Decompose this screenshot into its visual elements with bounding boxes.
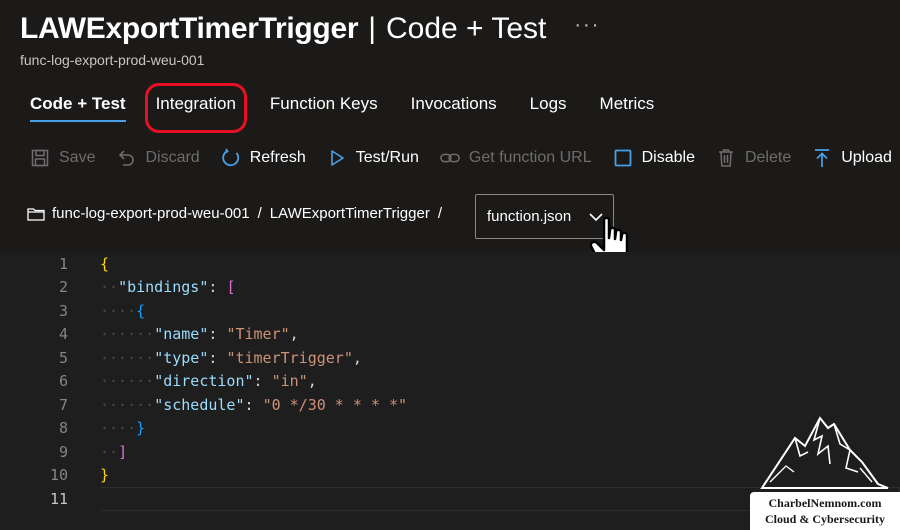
page-header: LAWExportTimerTrigger | Code + Test ··· xyxy=(20,12,600,46)
line-number: 2 xyxy=(58,278,68,297)
tab-metrics[interactable]: Metrics xyxy=(600,94,655,122)
page-section-title: Code + Test xyxy=(386,12,547,45)
line-number: 6 xyxy=(58,372,68,391)
get-function-url-label: Get function URL xyxy=(468,149,592,166)
line-number: 10 xyxy=(49,466,68,485)
trash-icon xyxy=(716,148,736,168)
play-icon xyxy=(327,148,347,168)
tab-code-test[interactable]: Code + Test xyxy=(30,94,126,122)
editor-line: 2 ··"bindings": [ xyxy=(0,276,900,300)
editor-line: 1 { xyxy=(0,252,900,276)
discard-label: Discard xyxy=(145,149,200,166)
save-button[interactable]: Save xyxy=(30,148,95,168)
title-separator: | xyxy=(368,12,376,45)
editor-line: 5 ······"type": "timerTrigger", xyxy=(0,346,900,370)
refresh-icon xyxy=(221,148,241,168)
line-number: 3 xyxy=(58,301,68,320)
link-icon xyxy=(440,148,460,168)
undo-icon xyxy=(116,148,136,168)
line-number: 4 xyxy=(58,325,68,344)
breadcrumb-function[interactable]: LAWExportTimerTrigger xyxy=(270,205,430,222)
disable-button[interactable]: Disable xyxy=(613,148,695,168)
get-function-url-button[interactable]: Get function URL xyxy=(440,148,592,168)
breadcrumb: func-log-export-prod-weu-001 / LAWExport… xyxy=(27,205,450,222)
tab-bar: Code + Test Integration Function Keys In… xyxy=(30,83,687,133)
tab-invocations[interactable]: Invocations xyxy=(411,94,497,122)
test-run-label: Test/Run xyxy=(355,149,419,166)
line-number: 5 xyxy=(58,348,68,367)
delete-label: Delete xyxy=(744,149,792,166)
editor-line: 6 ······"direction": "in", xyxy=(0,370,900,394)
more-options-icon[interactable]: ··· xyxy=(574,14,600,37)
checkbox-icon xyxy=(613,148,633,168)
line-number: 9 xyxy=(58,442,68,461)
tab-integration[interactable]: Integration xyxy=(144,83,247,133)
file-dropdown-value: function.json xyxy=(487,208,572,225)
refresh-label: Refresh xyxy=(249,149,306,166)
disable-label: Disable xyxy=(641,149,695,166)
upload-button[interactable]: Upload xyxy=(812,148,892,168)
brand-site: CharbelNemnom.com xyxy=(768,496,882,510)
editor-line: 4 ······"name": "Timer", xyxy=(0,323,900,347)
folder-icon xyxy=(27,207,45,221)
save-icon xyxy=(30,148,50,168)
test-run-button[interactable]: Test/Run xyxy=(327,148,419,168)
line-number: 7 xyxy=(58,395,68,414)
tab-function-keys[interactable]: Function Keys xyxy=(270,94,378,122)
breadcrumb-separator: / xyxy=(257,205,262,222)
command-bar: Save Discard Refresh Test/Run Get functi… xyxy=(30,148,900,168)
breadcrumb-separator: / xyxy=(437,205,442,222)
page-title: LAWExportTimerTrigger xyxy=(20,12,359,45)
upload-icon xyxy=(812,148,832,168)
brand-tagline: Cloud & Cybersecurity xyxy=(765,512,885,526)
mountain-logo-icon xyxy=(760,416,889,489)
brand-watermark: CharbelNemnom.com Cloud & Cybersecurity xyxy=(750,410,900,530)
breadcrumb-app[interactable]: func-log-export-prod-weu-001 xyxy=(52,205,250,222)
line-number: 1 xyxy=(58,254,68,273)
refresh-button[interactable]: Refresh xyxy=(221,148,306,168)
discard-button[interactable]: Discard xyxy=(116,148,200,168)
editor-line: 3 ····{ xyxy=(0,299,900,323)
upload-label: Upload xyxy=(841,149,892,166)
delete-button[interactable]: Delete xyxy=(716,148,791,168)
page-subtitle: func-log-export-prod-weu-001 xyxy=(20,52,205,68)
tab-logs[interactable]: Logs xyxy=(530,94,567,122)
save-label: Save xyxy=(59,149,96,166)
line-number: 11 xyxy=(49,489,68,508)
line-number: 8 xyxy=(58,419,68,438)
